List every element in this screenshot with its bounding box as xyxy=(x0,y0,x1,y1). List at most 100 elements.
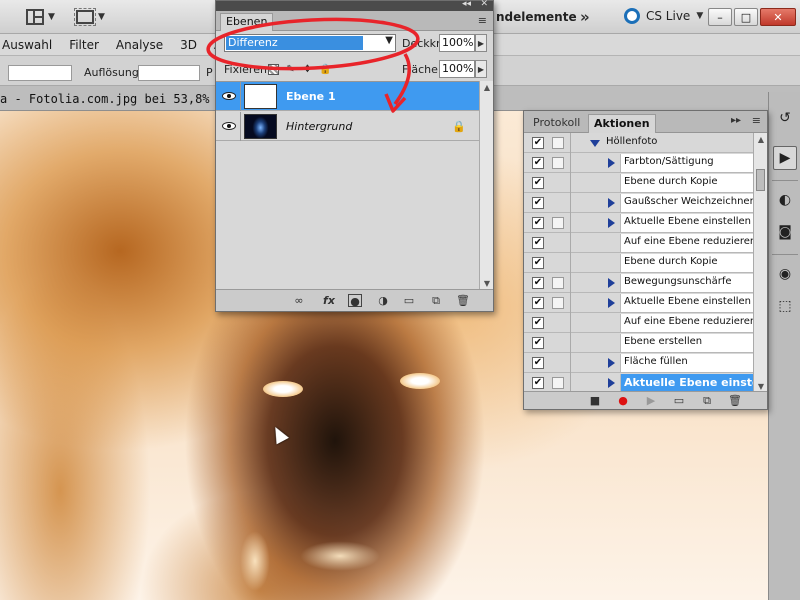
cs-live-button[interactable]: CS Live ▼ xyxy=(624,8,703,24)
mask-icon[interactable]: ◙ xyxy=(773,220,797,244)
action-step-label[interactable]: Auf eine Ebene reduzieren xyxy=(624,236,753,247)
restore-button[interactable]: □ xyxy=(734,8,758,26)
disclosure-collapsed-icon[interactable] xyxy=(608,218,615,228)
dialog-toggle[interactable] xyxy=(552,277,564,289)
action-row[interactable]: ✔ Bewegungsunschärfe xyxy=(524,273,753,293)
action-set-label[interactable]: Höllenfoto xyxy=(606,136,657,147)
disclosure-collapsed-icon[interactable] xyxy=(608,278,615,288)
history-icon[interactable]: ↺ xyxy=(773,106,797,130)
layer-name[interactable]: Hintergrund xyxy=(286,120,352,133)
more-workspaces-icon[interactable]: » xyxy=(580,8,590,26)
fx-icon[interactable]: fx xyxy=(320,294,338,307)
action-step-label[interactable]: Aktuelle Ebene einstellen xyxy=(624,296,751,307)
option-field[interactable] xyxy=(8,65,72,81)
layer-row-ebene-1[interactable]: Ebene 1 xyxy=(216,82,479,111)
fill-slider-arrow-icon[interactable]: ▶ xyxy=(475,60,487,78)
lock-pixels-icon[interactable]: ✎ xyxy=(285,64,296,75)
close-window-button[interactable]: ✕ xyxy=(760,8,796,26)
action-step-label[interactable]: Ebene durch Kopie xyxy=(624,256,718,267)
menu-filter[interactable]: Filter xyxy=(69,38,99,52)
dialog-toggle[interactable] xyxy=(552,297,564,309)
new-action-icon[interactable]: ⧉ xyxy=(700,394,714,407)
disclosure-collapsed-icon[interactable] xyxy=(608,198,615,208)
action-row[interactable]: ✔ Auf eine Ebene reduzieren xyxy=(524,233,753,253)
mask-icon[interactable]: ● xyxy=(348,294,362,308)
scroll-up-icon[interactable]: ▲ xyxy=(480,81,494,93)
minimize-button[interactable]: – xyxy=(708,8,732,26)
action-step-label[interactable]: Ebene erstellen xyxy=(624,336,702,347)
action-step-label[interactable]: Ebene durch Kopie xyxy=(624,176,718,187)
new-set-icon[interactable]: ▭ xyxy=(672,394,686,407)
actions-play-icon[interactable]: ▶ xyxy=(773,146,797,170)
dialog-toggle[interactable] xyxy=(552,157,564,169)
action-row[interactable]: ✔ Aktuelle Ebene einstellen xyxy=(524,213,753,233)
brush-icon[interactable]: ◐ xyxy=(773,188,797,212)
disclosure-collapsed-icon[interactable] xyxy=(608,158,615,168)
action-row[interactable]: ✔ Fläche füllen xyxy=(524,353,753,373)
layer-row-hintergrund[interactable]: Hintergrund 🔒 xyxy=(216,112,479,141)
disclosure-expanded-icon[interactable] xyxy=(590,140,600,147)
action-row[interactable]: ✔ Farbton/Sättigung xyxy=(524,153,753,173)
trash-icon[interactable]: 🗑 xyxy=(728,394,742,407)
collapse-panel-icon[interactable]: ◂◂ xyxy=(462,0,471,9)
tab-ebenen[interactable]: Ebenen xyxy=(220,13,274,31)
scroll-down-icon[interactable]: ▼ xyxy=(480,277,494,289)
tab-aktionen[interactable]: Aktionen xyxy=(588,114,656,133)
fill-field[interactable]: 100% xyxy=(439,60,475,78)
panel-menu-icon[interactable]: ≡ xyxy=(478,14,487,27)
visibility-eye-icon[interactable] xyxy=(221,120,237,132)
action-row[interactable]: ✔ Aktuelle Ebene einstellen xyxy=(524,293,753,313)
close-panel-icon[interactable]: ✕ xyxy=(480,0,488,9)
record-icon[interactable]: ● xyxy=(616,394,630,407)
action-enable-checkbox[interactable]: ✔ xyxy=(532,137,544,149)
group-icon[interactable]: ▭ xyxy=(402,294,416,307)
dialog-toggle[interactable] xyxy=(552,377,564,389)
action-enable-checkbox[interactable]: ✔ xyxy=(532,377,544,389)
menu-analyse[interactable]: Analyse xyxy=(116,38,163,52)
action-enable-checkbox[interactable]: ✔ xyxy=(532,217,544,229)
opacity-slider-arrow-icon[interactable]: ▶ xyxy=(475,34,487,52)
trash-icon[interactable]: 🗑 xyxy=(456,294,470,307)
menu-3d[interactable]: 3D xyxy=(180,38,197,52)
stop-icon[interactable]: ■ xyxy=(588,394,602,407)
action-enable-checkbox[interactable]: ✔ xyxy=(532,197,544,209)
action-enable-checkbox[interactable]: ✔ xyxy=(532,317,544,329)
actions-scrollbar[interactable]: ▲ ▼ xyxy=(753,133,767,392)
action-step-label[interactable]: Aktuelle Ebene einstellen xyxy=(624,216,751,227)
action-enable-checkbox[interactable]: ✔ xyxy=(532,277,544,289)
action-enable-checkbox[interactable]: ✔ xyxy=(532,237,544,249)
play-icon[interactable]: ▶ xyxy=(644,394,658,407)
transform-icon[interactable]: ⬚ xyxy=(773,294,797,318)
adjustment-icon[interactable]: ◑ xyxy=(376,294,390,307)
action-enable-checkbox[interactable]: ✔ xyxy=(532,257,544,269)
action-enable-checkbox[interactable]: ✔ xyxy=(532,357,544,369)
lock-position-icon[interactable]: ✥ xyxy=(302,64,313,75)
screen-mode-button[interactable]: ▼ xyxy=(74,7,105,27)
action-step-label[interactable]: Auf eine Ebene reduzieren xyxy=(624,316,753,327)
new-layer-icon[interactable]: ⧉ xyxy=(429,294,443,307)
dialog-toggle[interactable] xyxy=(552,217,564,229)
action-enable-checkbox[interactable]: ✔ xyxy=(532,177,544,189)
action-row[interactable]: ✔ Auf eine Ebene reduzieren xyxy=(524,313,753,333)
workspace-switcher[interactable]: ndelemente xyxy=(496,10,577,24)
visibility-eye-icon[interactable] xyxy=(221,90,237,102)
layers-panel-titlebar[interactable]: ◂◂ ✕ xyxy=(216,0,493,11)
tab-protokoll[interactable]: Protokoll xyxy=(528,114,585,133)
action-row[interactable]: ✔ Ebene durch Kopie xyxy=(524,253,753,273)
action-row[interactable]: ✔ Höllenfoto xyxy=(524,133,753,153)
expand-panel-icon[interactable]: ▸▸ xyxy=(731,115,741,126)
lock-transparency-icon[interactable] xyxy=(268,64,279,75)
action-step-label[interactable]: Fläche füllen xyxy=(624,356,688,367)
blend-mode-select[interactable]: Differenz ▼ xyxy=(224,34,396,52)
disclosure-collapsed-icon[interactable] xyxy=(608,298,615,308)
panel-menu-icon[interactable]: ≡ xyxy=(752,114,761,127)
action-step-label[interactable]: Aktuelle Ebene einstell... xyxy=(624,376,753,389)
action-enable-checkbox[interactable]: ✔ xyxy=(532,297,544,309)
menu-auswahl[interactable]: Auswahl xyxy=(2,38,52,52)
dialog-toggle[interactable] xyxy=(552,137,564,149)
action-row[interactable]: ✔ Aktuelle Ebene einstell... xyxy=(524,373,753,392)
lock-all-icon[interactable]: 🔒 xyxy=(319,64,331,75)
layer-name[interactable]: Ebene 1 xyxy=(286,90,336,103)
action-step-label[interactable]: Farbton/Sättigung xyxy=(624,156,714,167)
arrange-documents-button[interactable]: ▼ xyxy=(26,7,55,27)
